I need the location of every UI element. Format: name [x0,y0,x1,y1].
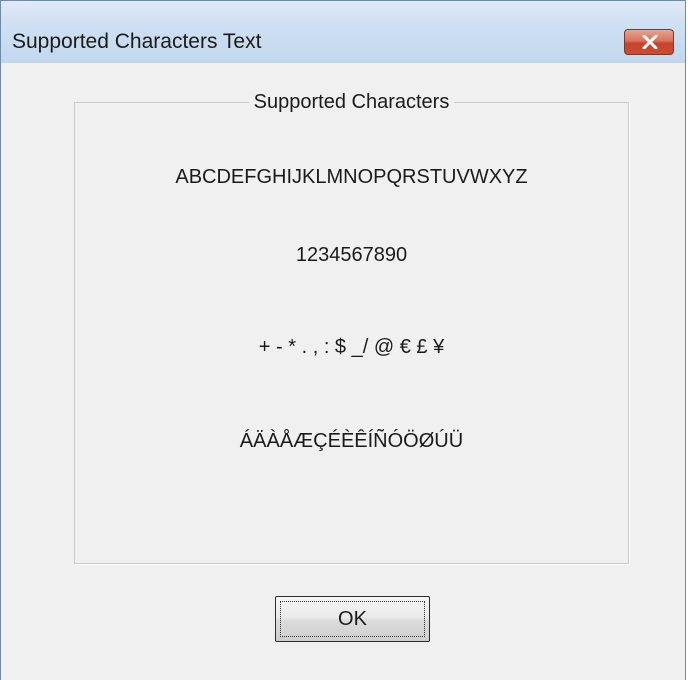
digits-line: 1234567890 [295,244,408,266]
dialog-window: Supported Characters Text Supported Char… [0,0,686,680]
window-title: Supported Characters Text [12,30,262,53]
ok-button-label: OK [280,601,425,637]
symbols-line: + - * . , : $ _/ @ € £ ¥ [258,336,445,358]
supported-characters-groupbox: Supported Characters ABCDEFGHIJKLMNOPQRS… [74,89,629,564]
accented-letters-line: ÁÄÀÅÆÇÉÈÊÍÑÓÖØÚÜ [239,430,464,452]
letters-line: ABCDEFGHIJKLMNOPQRSTUVWXYZ [175,166,528,188]
groupbox-legend: Supported Characters [248,89,455,115]
dialog-client-area: Supported Characters ABCDEFGHIJKLMNOPQRS… [9,63,677,680]
ok-button[interactable]: OK [275,596,430,642]
close-button[interactable] [624,29,674,55]
title-bar[interactable]: Supported Characters Text [1,1,685,63]
close-icon [642,35,658,49]
